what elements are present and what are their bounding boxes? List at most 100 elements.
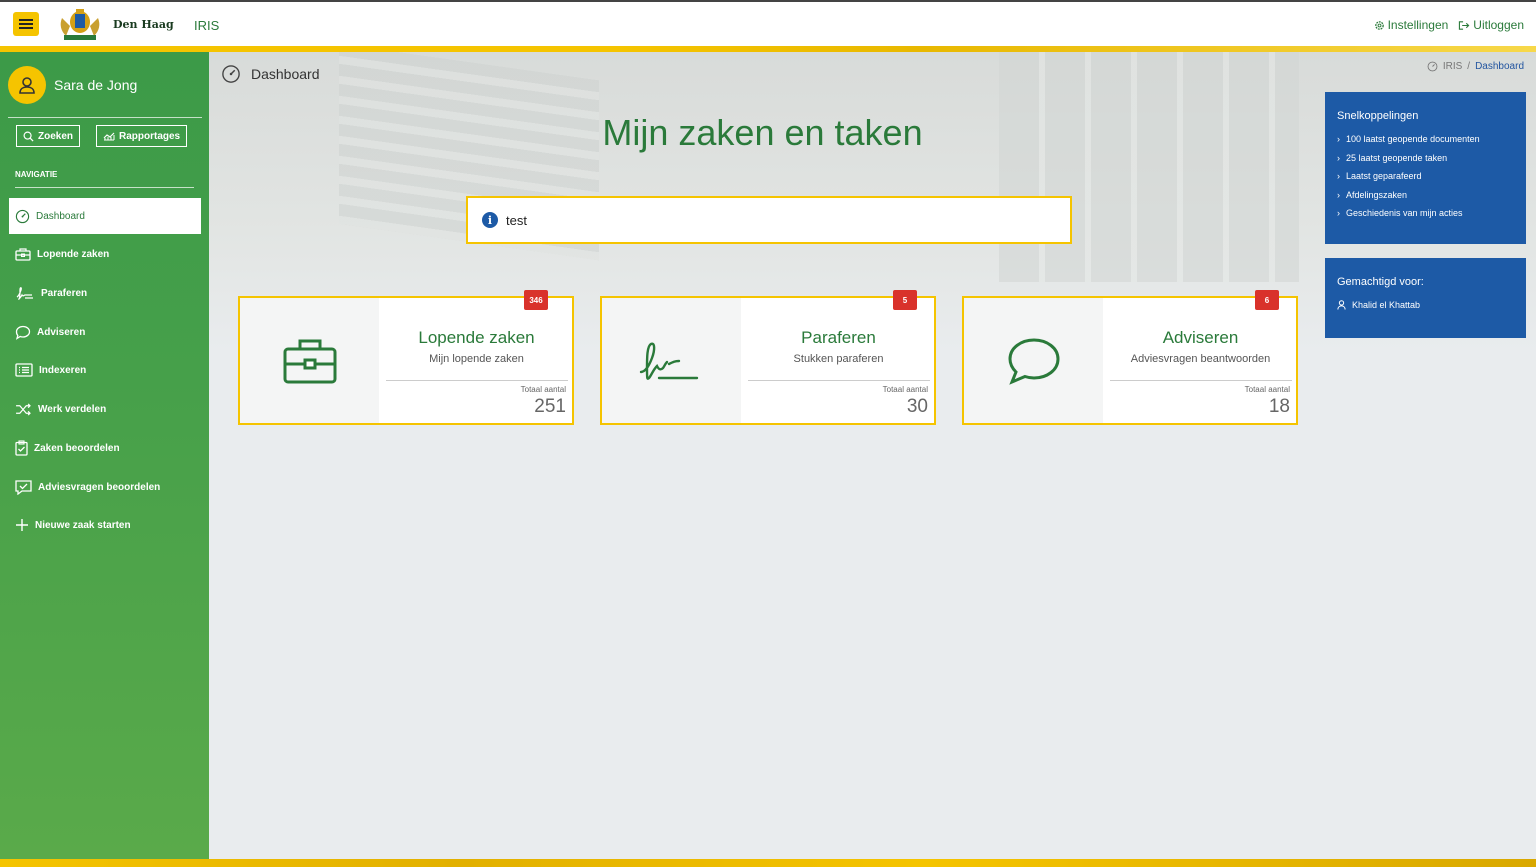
delegation-panel: Gemachtigd voor: Khalid el Khattab [1325,258,1526,338]
user-profile[interactable]: Sara de Jong [8,66,137,104]
sidebar-item-dashboard[interactable]: Dashboard [9,198,201,234]
card-paraferen[interactable]: 5 Paraferen Stukken paraferen Totaal aan… [600,290,936,425]
signature-icon [639,341,698,380]
sidebar-item-label: Lopende zaken [37,248,110,260]
total-label: Totaal aantal [882,385,928,394]
page-title: Dashboard [251,66,320,82]
shortcut-label: Geschiedenis van mijn acties [1346,208,1463,219]
count-badge: 6 [1255,290,1279,310]
logout-icon [1459,20,1470,30]
sidebar-item-label: Adviseren [37,326,86,338]
shortcut-link[interactable]: › Afdelingszaken [1337,186,1514,205]
briefcase-icon [15,248,31,261]
gear-icon [1374,20,1384,30]
search-label: Zoeken [38,130,74,142]
avatar [8,66,46,104]
sidebar-item-label: Dashboard [36,210,85,222]
brand-name: Den Haag [113,18,174,31]
chevron-right-icon: › [1337,171,1340,182]
sidebar-item-indexeren[interactable]: Indexeren [9,352,201,388]
sidebar-item-label: Paraferen [41,287,88,299]
shortcut-label: 100 laatst geopende documenten [1346,134,1480,145]
total-value: 30 [906,396,928,417]
total-value: 18 [1268,396,1290,417]
info-message: test [506,212,527,228]
footer-stripe [0,859,1536,867]
shortcut-label: Laatst geparafeerd [1346,171,1422,182]
shuffle-icon [16,403,31,415]
info-icon: i [482,212,498,228]
app-name[interactable]: IRIS [194,18,219,33]
card-title: Paraferen [801,328,876,347]
dashboard-icon [222,65,240,83]
search-button[interactable]: Zoeken [16,125,81,147]
menu-icon [19,23,33,25]
sidebar-divider [8,117,202,118]
sidebar-item-lopende-zaken[interactable]: Lopende zaken [9,236,201,272]
card-lopende-zaken[interactable]: 346 Lopende zaken Mijn lopende zaken Tot… [238,290,574,425]
sidebar-item-label: Indexeren [39,364,87,376]
shortcuts-panel: Snelkoppelingen › 100 laatst geopende doc… [1325,92,1526,244]
shortcut-link[interactable]: › 25 laatst geopende taken [1337,149,1514,168]
briefcase-icon [283,339,336,383]
breadcrumb-root[interactable]: IRIS [1443,61,1462,72]
logout-link[interactable]: Uitloggen [1458,18,1524,32]
sidebar-item-zaken-beoordelen[interactable]: Zaken beoordelen [9,430,201,466]
card-title: Lopende zaken [418,328,535,347]
shortcut-link[interactable]: › Laatst geparafeerd [1337,167,1514,186]
settings-link[interactable]: Instellingen [1374,18,1449,32]
card-adviseren[interactable]: 6 Adviseren Adviesvragen beantwoorden To… [962,290,1298,425]
sidebar-item-adviseren[interactable]: Adviseren [9,314,201,350]
sidebar-item-label: Werk verdelen [38,403,107,415]
chevron-right-icon: › [1337,134,1340,145]
card-divider [1110,380,1292,381]
shortcut-link[interactable]: › 100 laatst geopende documenten [1337,130,1514,149]
sidebar-item-werk-verdelen[interactable]: Werk verdelen [9,391,201,427]
card-divider [748,380,930,381]
main-title: Mijn zaken en taken [602,112,923,153]
top-bar: Den Haag IRIS Instellingen Uitloggen [0,0,1536,46]
card-icon-area [240,298,379,423]
sidebar: Sara de Jong Zoeken Rapportages NAVIGATI… [0,52,209,860]
count-badge: 346 [524,290,548,310]
reports-button[interactable]: Rapportages [96,125,188,147]
total-value: 251 [534,396,566,417]
sidebar-item-paraferen[interactable]: Paraferen [9,275,201,311]
chevron-right-icon: › [1337,152,1340,163]
breadcrumb-current[interactable]: Dashboard [1475,61,1524,72]
chat-icon [1007,337,1060,385]
chevron-right-icon: › [1337,208,1340,219]
total-label: Totaal aantal [520,385,566,394]
card-icon-area [602,298,741,423]
user-icon [19,77,35,94]
count-badge: 5 [893,290,917,310]
page-header: Dashboard [221,64,320,84]
sidebar-item-label: Nieuwe zaak starten [35,519,131,531]
search-icon [23,131,34,142]
total-label: Totaal aantal [1244,385,1290,394]
settings-label: Instellingen [1387,18,1449,32]
nav-heading: NAVIGATIE [15,170,58,179]
shortcut-link[interactable]: › Geschiedenis van mijn acties [1337,204,1514,223]
building-image-2 [999,52,1299,282]
shortcut-label: 25 laatst geopende taken [1346,152,1448,163]
chevron-right-icon: › [1337,189,1340,200]
card-title: Adviseren [1162,328,1239,347]
dashboard-icon [1427,61,1438,72]
hamburger-menu-button[interactable] [13,12,39,36]
city-logo [60,9,100,40]
chat-icon [15,325,31,340]
card-divider [386,380,568,381]
delegated-person-name: Khalid el Khattab [1352,300,1421,311]
sidebar-item-adviesvragen-beoordelen[interactable]: Adviesvragen beoordelen [9,469,201,505]
user-icon [1337,300,1346,310]
dashboard-icon [15,209,30,223]
clipboard-check-icon [15,440,28,456]
info-message-box: i test [466,196,1072,244]
delegated-person[interactable]: Khalid el Khattab [1337,296,1514,315]
logout-label: Uitloggen [1473,18,1524,32]
reports-label: Rapportages [119,130,181,142]
sidebar-item-nieuwe-zaak-starten[interactable]: Nieuwe zaak starten [9,507,201,543]
message-check-icon [15,479,32,495]
nav-divider [15,187,194,188]
